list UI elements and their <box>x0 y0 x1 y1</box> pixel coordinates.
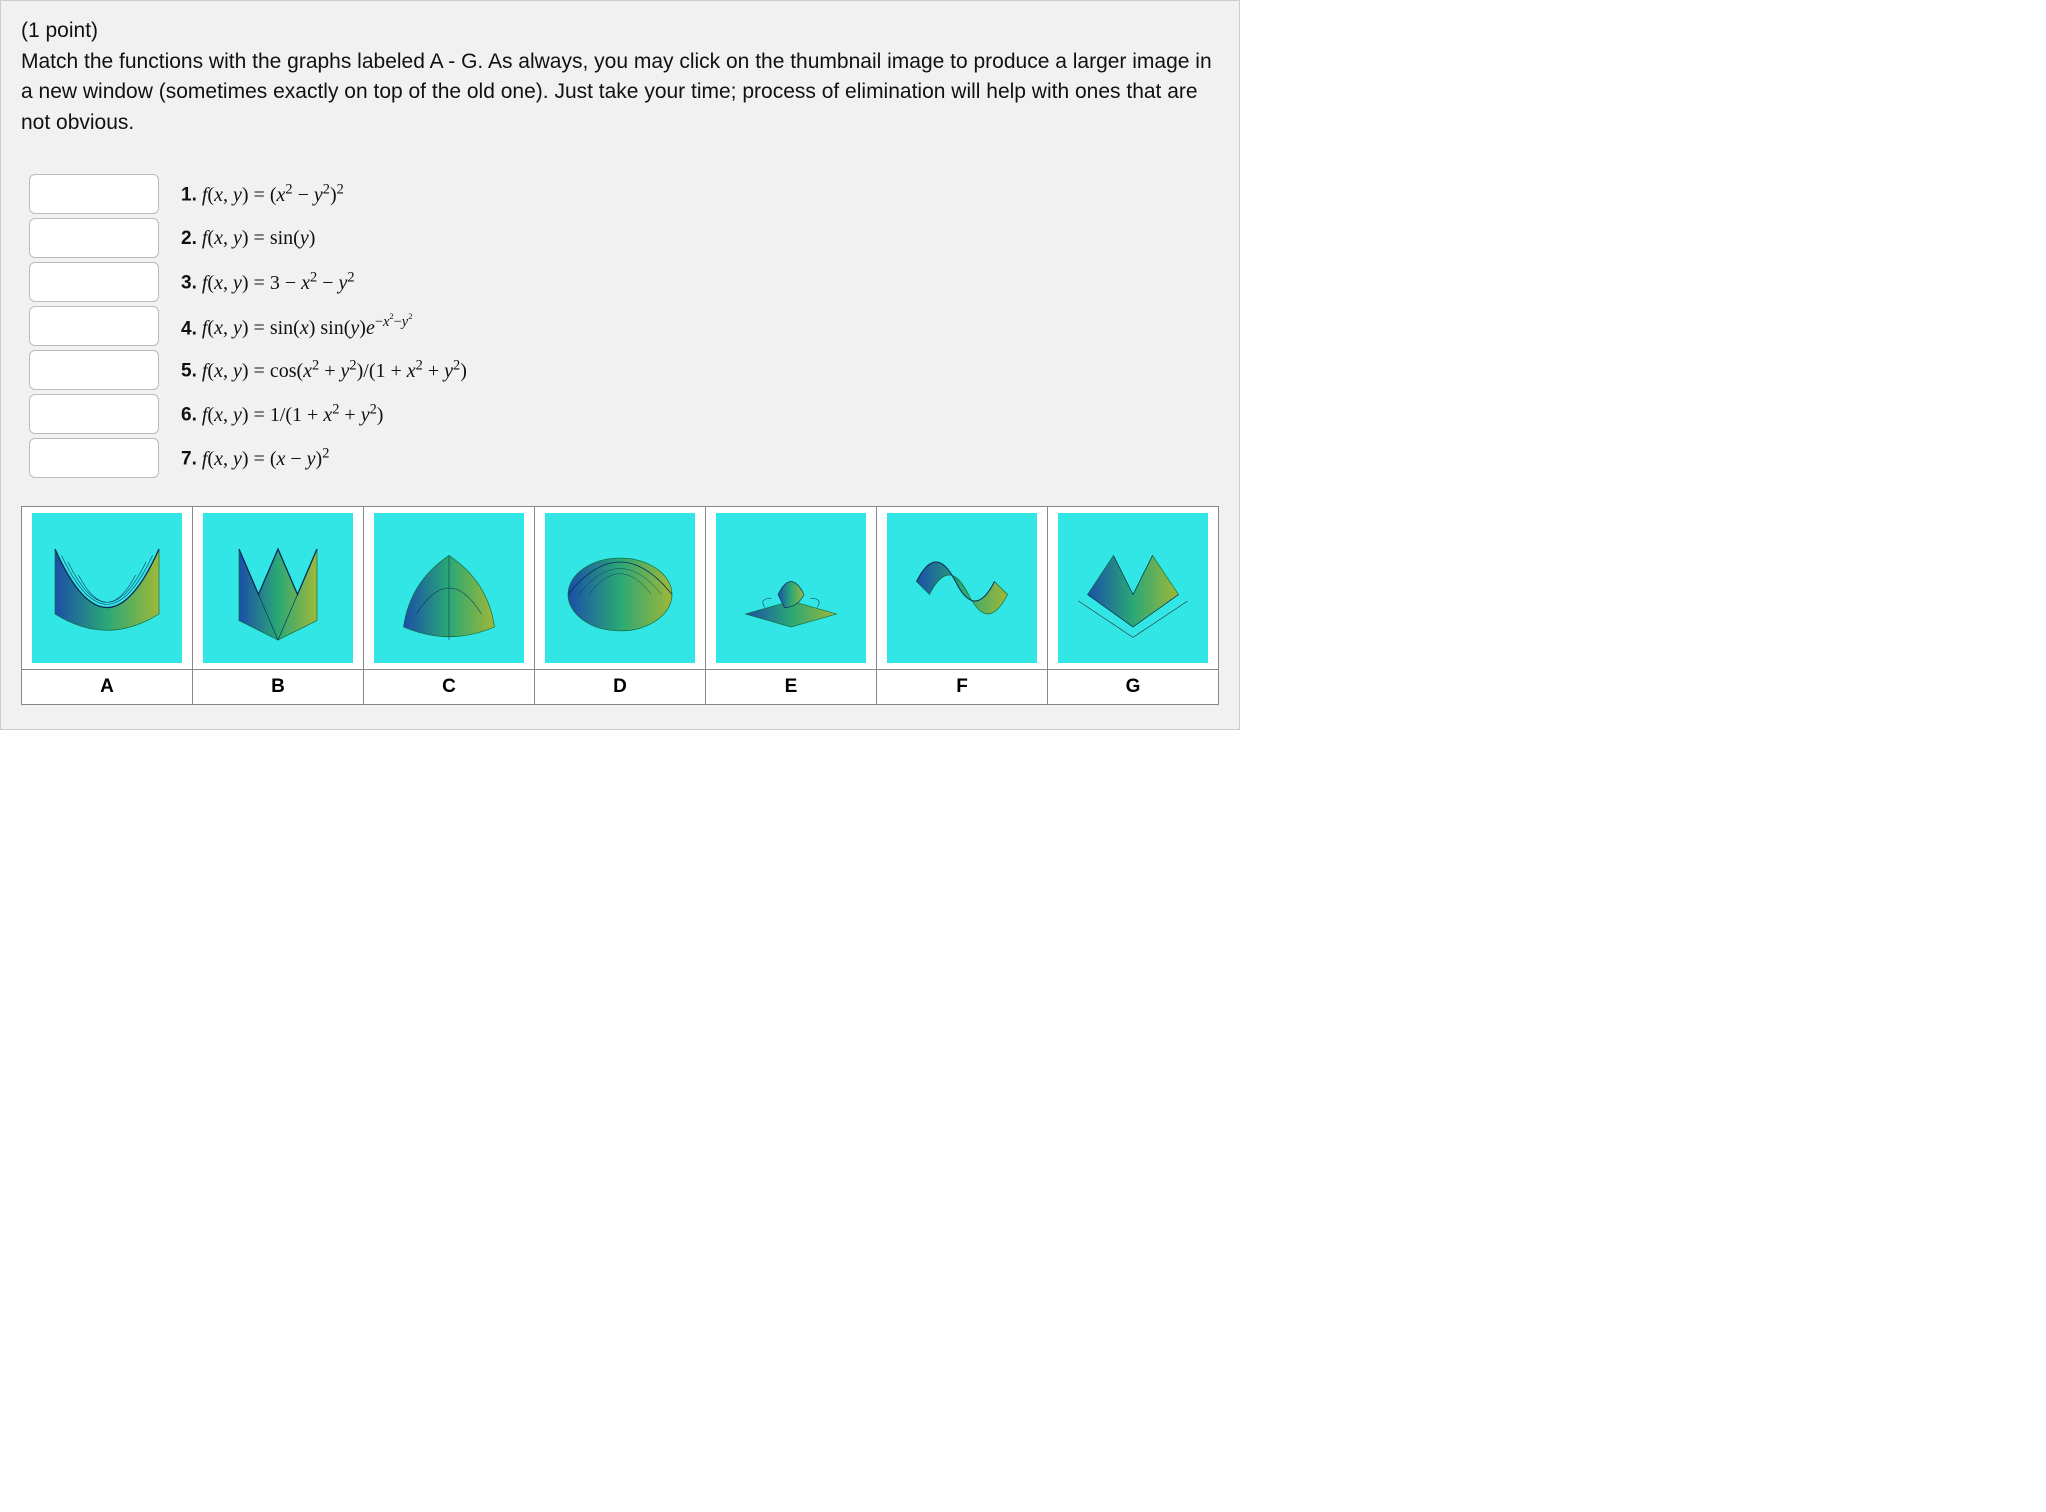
graph-thumb-a[interactable] <box>32 513 182 663</box>
function-label: 3. f(x, y) = 3 − x2 − y2 <box>181 269 355 295</box>
graph-label: D <box>535 670 706 705</box>
function-label: 7. f(x, y) = (x − y)2 <box>181 445 329 471</box>
graph-thumb-b[interactable] <box>203 513 353 663</box>
graph-label: G <box>1048 670 1219 705</box>
function-label: 1. f(x, y) = (x2 − y2)2 <box>181 181 344 207</box>
problem-prompt: Match the functions with the graphs labe… <box>21 47 1219 138</box>
graph-thumb-c[interactable] <box>374 513 524 663</box>
graph-thumb-f[interactable] <box>887 513 1037 663</box>
function-label: 5. f(x, y) = cos(x2 + y2)/(1 + x2 + y2) <box>181 357 467 383</box>
question-row: 4. f(x, y) = sin(x) sin(y)e−x2−y2 <box>29 306 1219 346</box>
question-row: 1. f(x, y) = (x2 − y2)2 <box>29 174 1219 214</box>
answer-input-6[interactable] <box>29 394 159 434</box>
function-label: 2. f(x, y) = sin(y) <box>181 227 315 250</box>
question-row: 6. f(x, y) = 1/(1 + x2 + y2) <box>29 394 1219 434</box>
question-row: 5. f(x, y) = cos(x2 + y2)/(1 + x2 + y2) <box>29 350 1219 390</box>
graph-thumb-e[interactable] <box>716 513 866 663</box>
graph-label: C <box>364 670 535 705</box>
answer-input-5[interactable] <box>29 350 159 390</box>
answer-input-1[interactable] <box>29 174 159 214</box>
answer-input-3[interactable] <box>29 262 159 302</box>
graph-thumb-g[interactable] <box>1058 513 1208 663</box>
function-label: 6. f(x, y) = 1/(1 + x2 + y2) <box>181 401 383 427</box>
graph-label: E <box>706 670 877 705</box>
answer-input-4[interactable] <box>29 306 159 346</box>
function-label: 4. f(x, y) = sin(x) sin(y)e−x2−y2 <box>181 313 413 340</box>
graphs-table: A B C D E F G <box>21 506 1219 705</box>
question-row: 2. f(x, y) = sin(y) <box>29 218 1219 258</box>
graph-label: F <box>877 670 1048 705</box>
question-row: 3. f(x, y) = 3 − x2 − y2 <box>29 262 1219 302</box>
answer-input-2[interactable] <box>29 218 159 258</box>
problem-container: (1 point) Match the functions with the g… <box>0 0 1240 730</box>
graph-label: B <box>193 670 364 705</box>
points-label: (1 point) <box>21 19 1219 43</box>
questions-list: 1. f(x, y) = (x2 − y2)2 2. f(x, y) = sin… <box>29 174 1219 478</box>
graph-thumb-d[interactable] <box>545 513 695 663</box>
graph-label: A <box>22 670 193 705</box>
answer-input-7[interactable] <box>29 438 159 478</box>
question-row: 7. f(x, y) = (x − y)2 <box>29 438 1219 478</box>
